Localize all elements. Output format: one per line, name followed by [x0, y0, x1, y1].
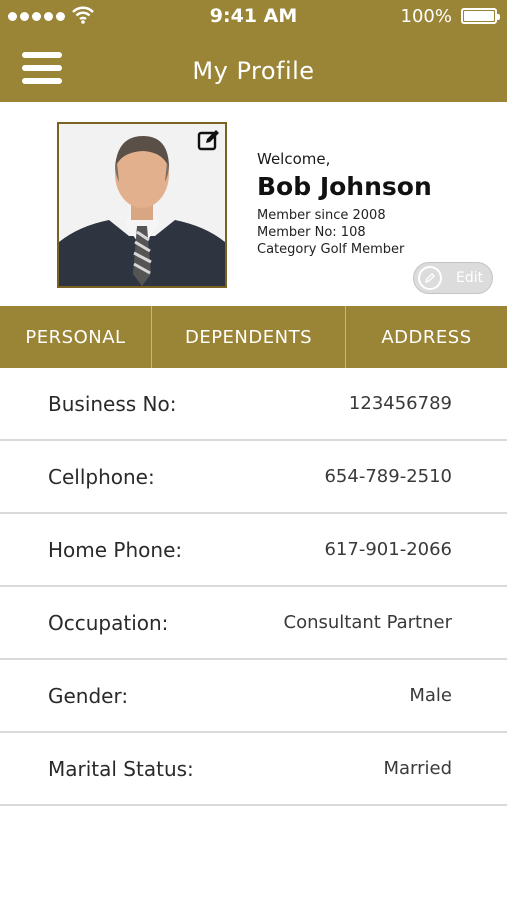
- detail-row-cellphone: Cellphone: 654-789-2510: [0, 441, 507, 514]
- welcome-text: Welcome,: [257, 150, 331, 168]
- tab-address[interactable]: ADDRESS: [346, 306, 507, 368]
- detail-value: Married: [383, 758, 452, 779]
- member-category: Category Golf Member: [257, 242, 405, 257]
- edit-profile-label: Edit: [456, 270, 484, 286]
- detail-label: Marital Status:: [48, 756, 194, 781]
- member-number: Member No: 108: [257, 225, 366, 240]
- page-title: My Profile: [192, 57, 315, 85]
- pencil-icon: [418, 266, 442, 290]
- detail-row-business-no: Business No: 123456789: [0, 368, 507, 441]
- detail-row-gender: Gender: Male: [0, 660, 507, 733]
- detail-value: 617-901-2066: [324, 539, 452, 560]
- member-name: Bob Johnson: [257, 172, 432, 201]
- detail-label: Home Phone:: [48, 537, 183, 562]
- detail-row-home-phone: Home Phone: 617-901-2066: [0, 514, 507, 587]
- detail-label: Cellphone:: [48, 464, 155, 489]
- detail-label: Business No:: [48, 391, 177, 416]
- detail-value: 654-789-2510: [324, 466, 452, 487]
- detail-value: Male: [409, 685, 452, 706]
- edit-profile-button[interactable]: Edit: [413, 262, 493, 294]
- tab-personal[interactable]: PERSONAL: [0, 306, 152, 368]
- personal-details-list: Business No: 123456789 Cellphone: 654-78…: [0, 368, 507, 806]
- profile-tabs: PERSONAL DEPENDENTS ADDRESS: [0, 306, 507, 368]
- profile-card: Welcome, Bob Johnson Member since 2008 M…: [0, 102, 507, 306]
- battery-icon: [461, 8, 500, 24]
- detail-row-marital-status: Marital Status: Married: [0, 733, 507, 806]
- detail-row-occupation: Occupation: Consultant Partner: [0, 587, 507, 660]
- battery-percentage: 100%: [400, 6, 452, 27]
- detail-value: 123456789: [348, 393, 452, 414]
- tab-dependents[interactable]: DEPENDENTS: [152, 306, 346, 368]
- app-header: 9:41 AM 100% My Profile: [0, 0, 507, 102]
- detail-label: Occupation:: [48, 610, 169, 635]
- profile-photo: [57, 122, 227, 288]
- member-since: Member since 2008: [257, 208, 386, 223]
- detail-label: Gender:: [48, 683, 129, 708]
- detail-value: Consultant Partner: [283, 612, 452, 633]
- edit-photo-icon[interactable]: [197, 128, 221, 152]
- status-bar: 9:41 AM 100%: [0, 0, 507, 32]
